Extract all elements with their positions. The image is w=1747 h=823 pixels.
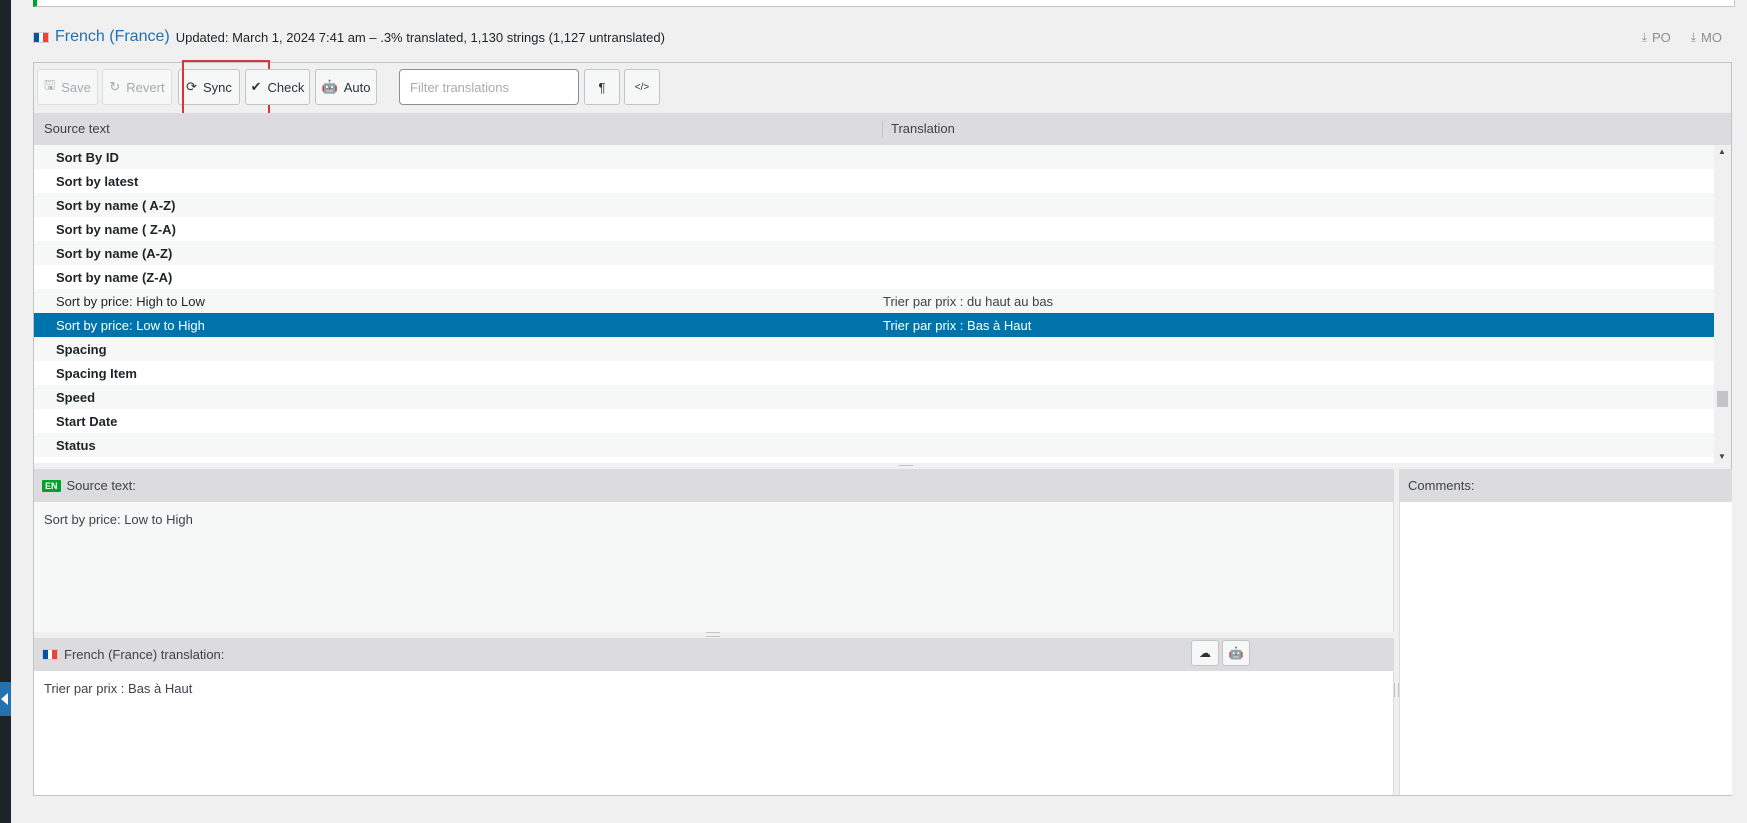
translation-cell: Trier par prix : Bas à Haut	[883, 317, 1032, 333]
france-flag-icon	[42, 649, 58, 660]
table-row[interactable]: Sort by name ( Z-A)	[34, 217, 1716, 241]
success-notice	[33, 0, 1735, 7]
revert-icon: ↻	[109, 79, 121, 94]
source-column-header[interactable]: Source text	[44, 121, 110, 136]
translation-pane-header: French (France) translation: ☁ 🤖	[34, 638, 1393, 671]
source-cell: Sort by name ( A-Z)	[56, 197, 176, 213]
robot-icon: 🤖	[321, 79, 338, 94]
table-row[interactable]: Start Date	[34, 409, 1716, 433]
pilcrow-icon: ¶	[598, 79, 606, 95]
source-cell: Start Date	[56, 413, 118, 429]
chevron-left-icon	[1, 693, 8, 705]
translation-pane-title: French (France) translation:	[64, 647, 225, 662]
translation-text-editor[interactable]: Trier par prix : Bas à Haut	[34, 671, 1393, 706]
source-text-pane: EN Source text: Sort by price: Low to Hi…	[34, 469, 1394, 632]
locale-meta: Updated: March 1, 2024 7:41 am – .3% tra…	[175, 29, 665, 45]
source-cell: Sort by name (Z-A)	[56, 269, 173, 285]
source-text-value: Sort by price: Low to High	[44, 512, 193, 527]
translation-list: Sort By ID Sort by latest Sort by name ( A…	[34, 145, 1716, 463]
collapse-menu-toggle[interactable]	[0, 682, 11, 716]
comments-pane-header: Comments:	[1400, 469, 1732, 502]
editor-toolbar: 🖫Save ↻Revert ⟳Sync ✔Check 🤖Auto ¶ </>	[34, 60, 1731, 116]
source-cell: Sort By ID	[56, 149, 119, 165]
scroll-up-arrow-icon[interactable]: ▲	[1718, 147, 1726, 156]
table-row[interactable]: Sort by name ( A-Z)	[34, 193, 1716, 217]
cloud-icon: ☁	[1199, 646, 1211, 660]
table-row[interactable]: Stock Needed	[34, 457, 1716, 464]
download-po-link[interactable]: ⤓ PO	[1642, 30, 1671, 45]
table-row[interactable]: Sort by latest	[34, 169, 1716, 193]
source-cell: Spacing Item	[56, 365, 137, 381]
table-row[interactable]: Spacing	[34, 337, 1716, 361]
source-cell: Sort by name (A-Z)	[56, 245, 173, 261]
translation-cell: Trier par prix : du haut au bas	[883, 293, 1054, 309]
table-row[interactable]: Speed	[34, 385, 1716, 409]
source-pane-title: Source text:	[66, 478, 136, 493]
table-row[interactable]: Sort By ID	[34, 145, 1716, 169]
robot-translate-button[interactable]: 🤖	[1222, 640, 1250, 666]
download-mo-link[interactable]: ⤓ MO	[1691, 30, 1722, 45]
floppy-disk-icon: 🖫	[44, 77, 56, 92]
filter-translations-input[interactable]	[399, 69, 579, 105]
download-icon: ⤓	[1641, 30, 1647, 44]
list-scrollbar[interactable]: ▲ ▼	[1714, 145, 1731, 463]
locale-title-link[interactable]: French (France)	[55, 28, 170, 46]
revert-button[interactable]: ↻ Revert	[102, 69, 172, 105]
download-icon: ⤓	[1690, 30, 1697, 44]
source-cell: Status	[56, 437, 96, 453]
source-cell: Spacing	[56, 341, 107, 357]
source-cell: Sort by price: High to Low	[56, 293, 205, 309]
sync-button[interactable]: ⟳ Sync	[178, 69, 240, 105]
source-cell: Speed	[56, 389, 96, 405]
toggle-invisibles-button[interactable]: ¶	[584, 69, 620, 105]
table-row-selected[interactable]: Sort by price: Low to High Trier par prix…	[34, 313, 1716, 337]
france-flag-icon	[33, 31, 49, 43]
comments-pane: Comments:	[1399, 469, 1732, 795]
translation-column-header[interactable]: Translation	[891, 121, 955, 136]
save-button[interactable]: 🖫 Save	[37, 69, 98, 105]
source-cell: Stock Needed	[56, 462, 142, 464]
sync-icon: ⟳	[186, 79, 197, 94]
table-row[interactable]: Sort by name (Z-A)	[34, 265, 1716, 289]
source-resize-handle[interactable]	[706, 632, 720, 637]
scroll-thumb[interactable]	[1717, 391, 1728, 407]
checkmark-icon: ✔	[250, 79, 262, 94]
source-pane-header: EN Source text:	[34, 469, 1393, 502]
download-links: ⤓ PO ⤓ MO	[1642, 30, 1722, 45]
list-column-header: Source text Translation	[34, 113, 1731, 145]
check-button[interactable]: ✔ Check	[245, 69, 310, 105]
source-cell: Sort by latest	[56, 173, 139, 189]
toggle-code-view-button[interactable]: </>	[624, 69, 660, 105]
auto-translate-button[interactable]: 🤖 Auto	[315, 69, 377, 105]
scroll-down-arrow-icon[interactable]: ▼	[1718, 452, 1726, 461]
locale-header: French (France) Updated: March 1, 2024 7…	[33, 26, 665, 48]
comments-pane-title: Comments:	[1408, 478, 1475, 493]
translation-editor: 🖫Save ↻Revert ⟳Sync ✔Check 🤖Auto ¶ </> S…	[33, 60, 1732, 796]
table-row[interactable]: Sort by price: High to Low Trier par prix…	[34, 289, 1716, 313]
source-cell: Sort by name ( Z-A)	[56, 221, 176, 237]
source-cell: Sort by price: Low to High	[56, 317, 205, 333]
table-row[interactable]: Sort by name (A-Z)	[34, 241, 1716, 265]
cloud-translate-button[interactable]: ☁	[1191, 640, 1219, 666]
column-separator	[882, 121, 883, 137]
table-row[interactable]: Status	[34, 433, 1716, 457]
code-icon: </>	[634, 81, 650, 93]
translation-pane: French (France) translation: ☁ 🤖 Trier p…	[34, 638, 1394, 795]
table-row[interactable]: Spacing Item	[34, 361, 1716, 385]
robot-icon: 🤖	[1228, 646, 1244, 660]
language-badge: EN	[42, 479, 61, 492]
